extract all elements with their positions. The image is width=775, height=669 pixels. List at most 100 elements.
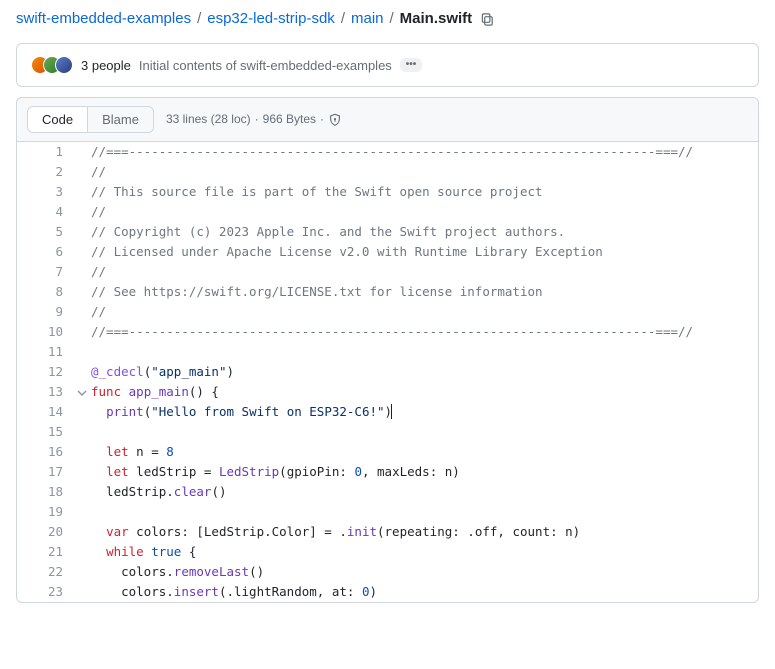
fold-gutter <box>73 582 91 602</box>
line-number[interactable]: 18 <box>17 482 73 502</box>
code-content[interactable]: 1 //===----------------------------------… <box>17 142 758 602</box>
code-line[interactable]: 2 // <box>17 162 758 182</box>
line-number[interactable]: 16 <box>17 442 73 462</box>
commit-more-icon[interactable]: ••• <box>400 58 423 72</box>
contributor-avatars[interactable] <box>31 56 73 74</box>
fold-gutter <box>73 222 91 242</box>
code-line[interactable]: 7 // <box>17 262 758 282</box>
code-line[interactable]: 3 // This source file is part of the Swif… <box>17 182 758 202</box>
code-text[interactable]: while true { <box>91 542 758 562</box>
code-line[interactable]: 13 func app_main() { <box>17 382 758 402</box>
line-number[interactable]: 6 <box>17 242 73 262</box>
fold-gutter <box>73 542 91 562</box>
code-line[interactable]: 21 while true { <box>17 542 758 562</box>
fold-gutter <box>73 482 91 502</box>
contributors-count[interactable]: 3 people <box>81 58 131 73</box>
commit-message[interactable]: Initial contents of swift-embedded-examp… <box>139 58 392 73</box>
fold-chevron-icon[interactable] <box>73 382 91 402</box>
line-number[interactable]: 15 <box>17 422 73 442</box>
line-number[interactable]: 7 <box>17 262 73 282</box>
code-line[interactable]: 10 //===---------------------------------… <box>17 322 758 342</box>
line-number[interactable]: 19 <box>17 502 73 522</box>
line-number[interactable]: 1 <box>17 142 73 162</box>
breadcrumb-link-folder[interactable]: esp32-led-strip-sdk <box>207 10 335 27</box>
breadcrumb-separator: / <box>341 10 345 27</box>
code-text[interactable]: // This source file is part of the Swift… <box>91 182 758 202</box>
code-line[interactable]: 8 // See https://swift.org/LICENSE.txt fo… <box>17 282 758 302</box>
code-line[interactable]: 18 ledStrip.clear() <box>17 482 758 502</box>
line-number[interactable]: 11 <box>17 342 73 362</box>
fold-gutter <box>73 142 91 162</box>
copy-path-icon[interactable] <box>480 10 495 27</box>
code-text[interactable] <box>91 342 758 362</box>
code-line[interactable]: 4 // <box>17 202 758 222</box>
line-number[interactable]: 3 <box>17 182 73 202</box>
latest-commit-box[interactable]: 3 people Initial contents of swift-embed… <box>16 43 759 87</box>
code-text[interactable]: func app_main() { <box>91 382 758 402</box>
code-text[interactable]: let ledStrip = LedStrip(gpioPin: 0, maxL… <box>91 462 758 482</box>
breadcrumb-link-repo[interactable]: swift-embedded-examples <box>16 10 191 27</box>
code-tab[interactable]: Code <box>28 107 88 132</box>
code-text[interactable] <box>91 422 758 442</box>
code-line[interactable]: 19 <box>17 502 758 522</box>
blame-tab[interactable]: Blame <box>88 107 153 132</box>
line-number[interactable]: 21 <box>17 542 73 562</box>
code-line[interactable]: 11 <box>17 342 758 362</box>
code-line[interactable]: 1 //===----------------------------------… <box>17 142 758 162</box>
code-line[interactable]: 17 let ledStrip = LedStrip(gpioPin: 0, m… <box>17 462 758 482</box>
code-text[interactable]: @_cdecl("app_main") <box>91 362 758 382</box>
breadcrumb-link-subfolder[interactable]: main <box>351 10 384 27</box>
line-number[interactable]: 8 <box>17 282 73 302</box>
fold-gutter <box>73 342 91 362</box>
code-line[interactable]: 22 colors.removeLast() <box>17 562 758 582</box>
code-text[interactable]: // Licensed under Apache License v2.0 wi… <box>91 242 758 262</box>
line-number[interactable]: 17 <box>17 462 73 482</box>
code-line[interactable]: 23 colors.insert(.lightRandom, at: 0) <box>17 582 758 602</box>
fold-gutter <box>73 182 91 202</box>
code-text[interactable]: let n = 8 <box>91 442 758 462</box>
meta-dot: · <box>255 112 259 126</box>
line-number[interactable]: 2 <box>17 162 73 182</box>
text-cursor <box>391 404 392 419</box>
line-number[interactable]: 14 <box>17 402 73 422</box>
code-text[interactable]: //===-----------------------------------… <box>91 142 758 162</box>
line-number[interactable]: 13 <box>17 382 73 402</box>
code-text[interactable]: //===-----------------------------------… <box>91 322 758 342</box>
code-line[interactable]: 16 let n = 8 <box>17 442 758 462</box>
code-text[interactable]: ledStrip.clear() <box>91 482 758 502</box>
code-text[interactable]: colors.removeLast() <box>91 562 758 582</box>
code-text[interactable] <box>91 502 758 522</box>
code-line[interactable]: 14 print("Hello from Swift on ESP32-C6!"… <box>17 402 758 422</box>
code-line[interactable]: 9 // <box>17 302 758 322</box>
line-number[interactable]: 20 <box>17 522 73 542</box>
line-number[interactable]: 4 <box>17 202 73 222</box>
code-text[interactable]: // Copyright (c) 2023 Apple Inc. and the… <box>91 222 758 242</box>
code-text[interactable]: // <box>91 302 758 322</box>
fold-gutter <box>73 442 91 462</box>
code-line[interactable]: 6 // Licensed under Apache License v2.0 w… <box>17 242 758 262</box>
code-text[interactable]: // <box>91 262 758 282</box>
line-number[interactable]: 12 <box>17 362 73 382</box>
breadcrumb-separator: / <box>390 10 394 27</box>
code-line[interactable]: 20 var colors: [LedStrip.Color] = .init(… <box>17 522 758 542</box>
fold-gutter <box>73 322 91 342</box>
code-text[interactable]: // See https://swift.org/LICENSE.txt for… <box>91 282 758 302</box>
line-number[interactable]: 5 <box>17 222 73 242</box>
line-number[interactable]: 9 <box>17 302 73 322</box>
fold-gutter <box>73 562 91 582</box>
code-line[interactable]: 15 <box>17 422 758 442</box>
security-shield-icon[interactable] <box>328 112 342 127</box>
line-number[interactable]: 10 <box>17 322 73 342</box>
file-header: Code Blame 33 lines (28 loc) · 966 Bytes… <box>17 98 758 142</box>
line-number[interactable]: 23 <box>17 582 73 602</box>
code-line[interactable]: 5 // Copyright (c) 2023 Apple Inc. and th… <box>17 222 758 242</box>
meta-dot: · <box>320 112 324 126</box>
code-text[interactable]: // <box>91 162 758 182</box>
code-text[interactable]: var colors: [LedStrip.Color] = .init(rep… <box>91 522 758 542</box>
line-number[interactable]: 22 <box>17 562 73 582</box>
code-text[interactable]: // <box>91 202 758 222</box>
code-blame-toggle: Code Blame <box>27 106 154 133</box>
code-line[interactable]: 12 @_cdecl("app_main") <box>17 362 758 382</box>
code-text[interactable]: print("Hello from Swift on ESP32-C6!") <box>91 402 758 422</box>
code-text[interactable]: colors.insert(.lightRandom, at: 0) <box>91 582 758 602</box>
